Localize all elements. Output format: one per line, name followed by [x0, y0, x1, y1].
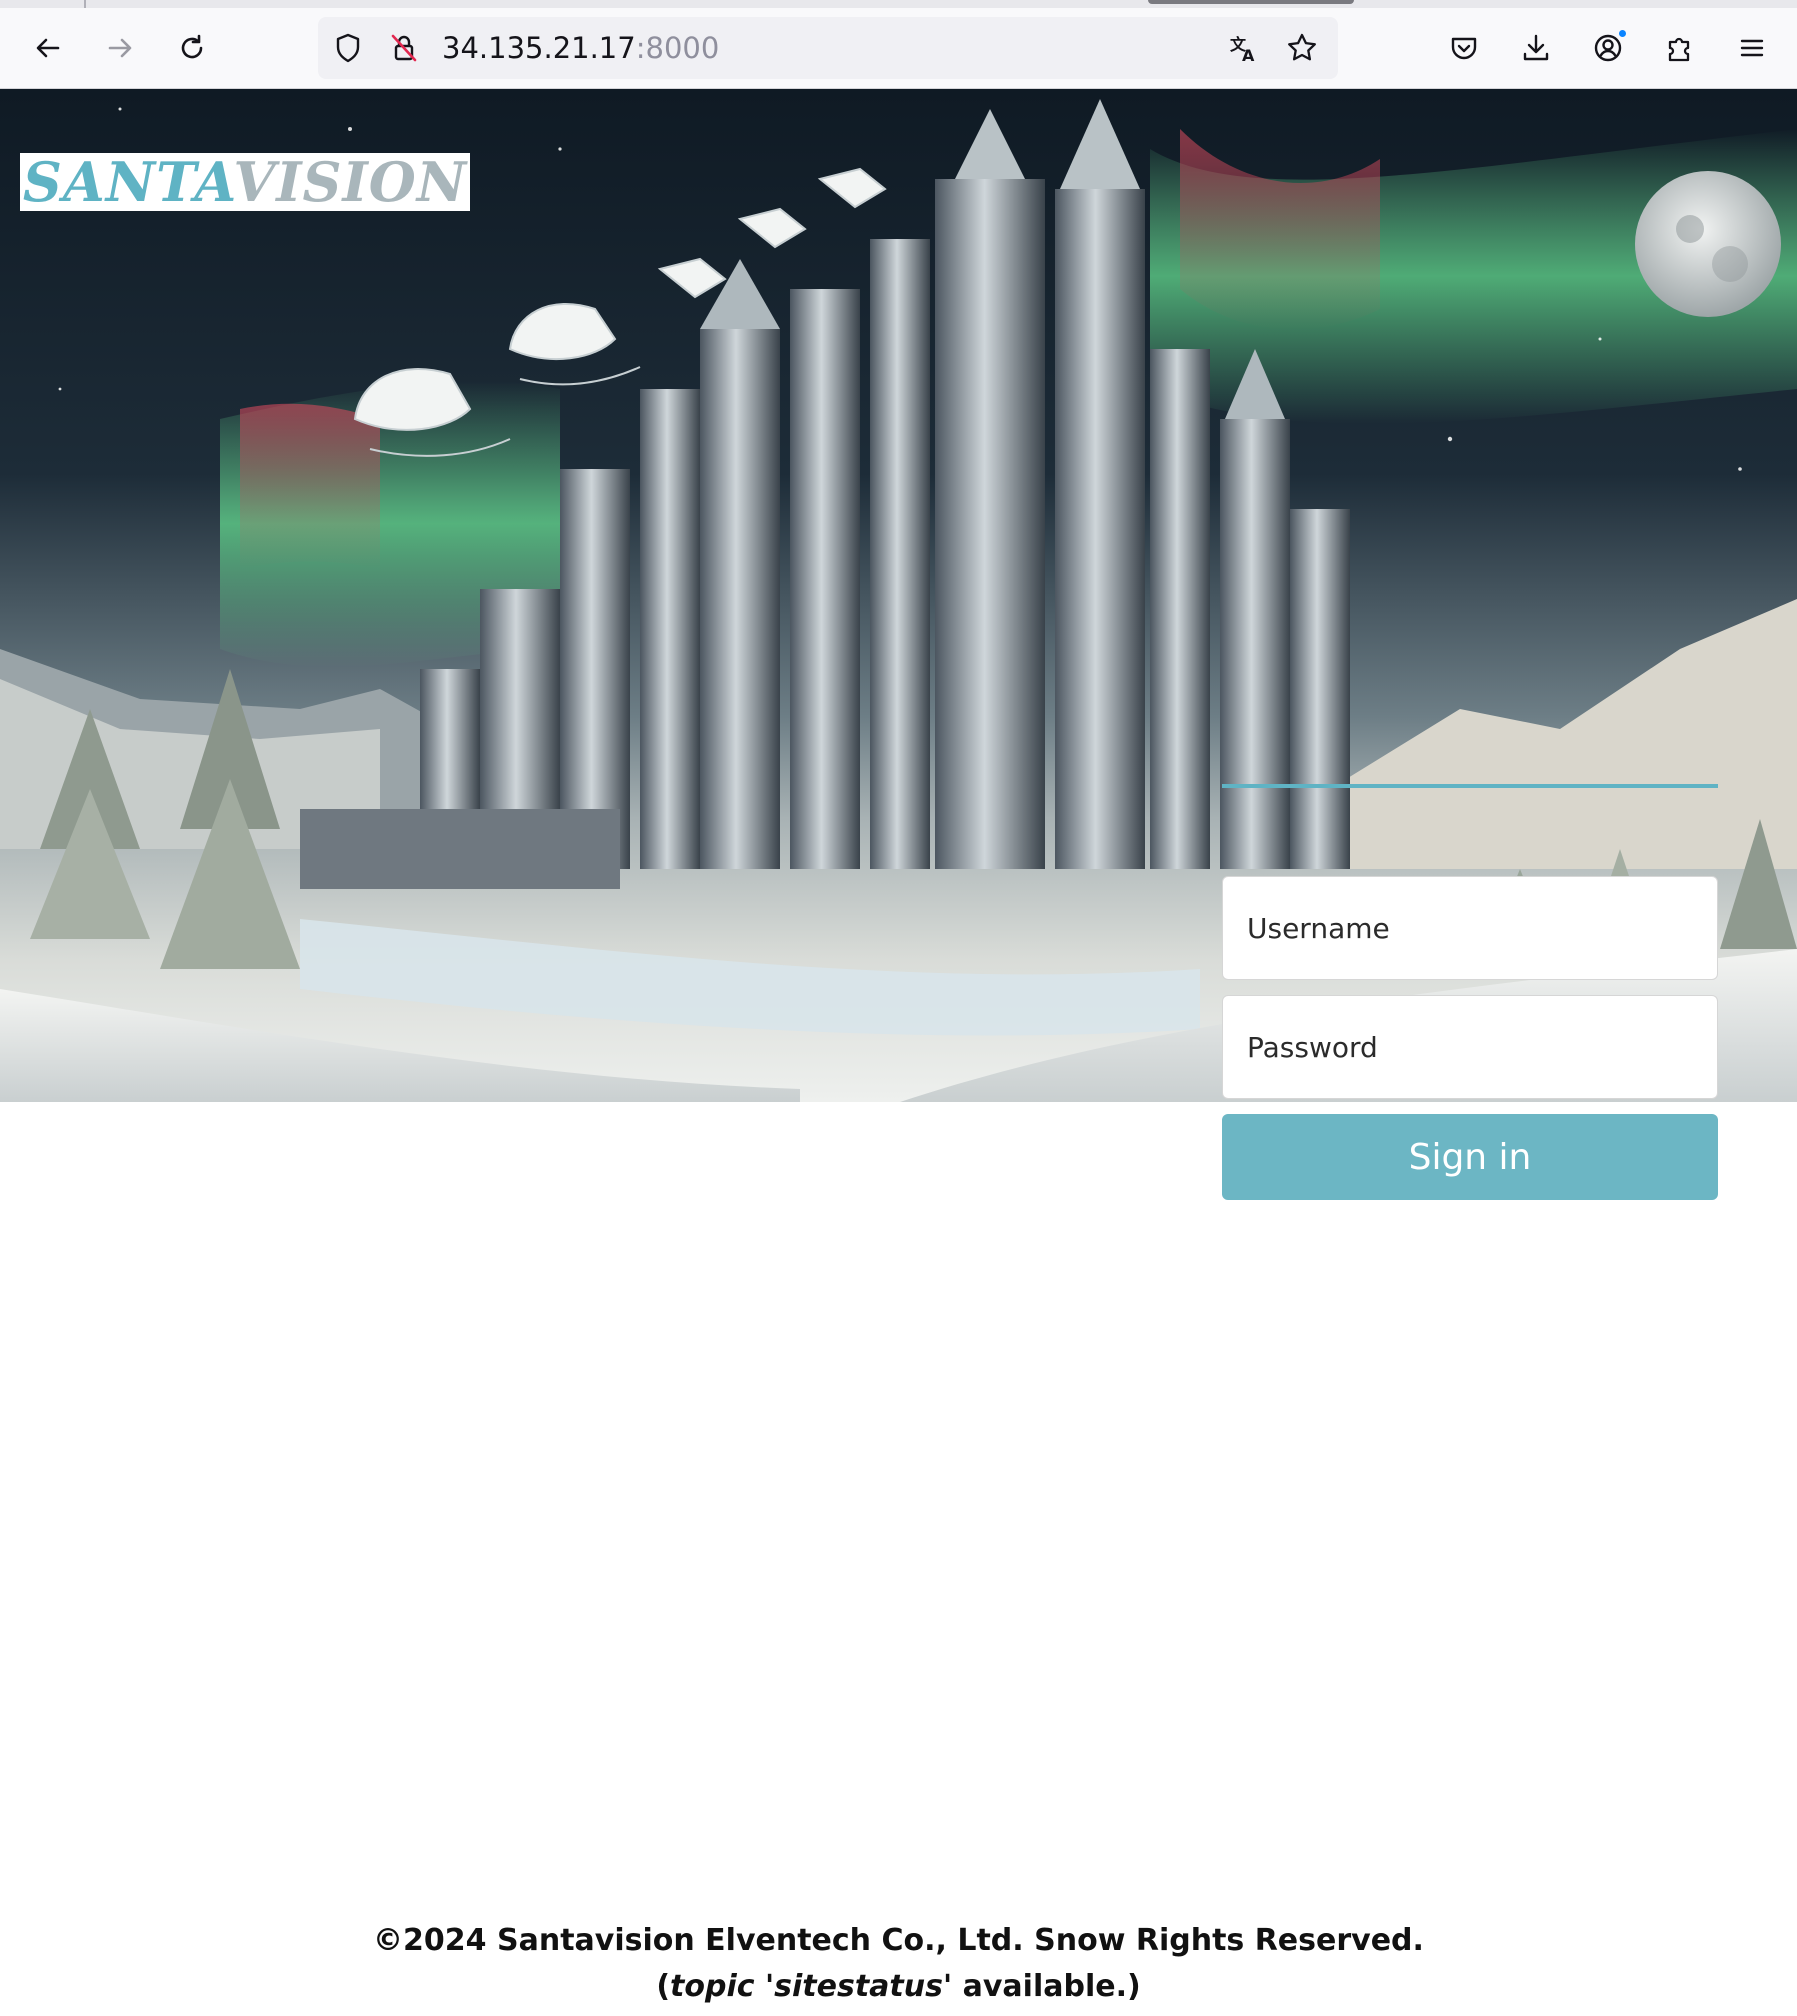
puzzle-icon[interactable] [1654, 22, 1706, 74]
logo-santa: SANTA [22, 150, 234, 214]
copyright-text: ©2024 Santavision Elventech Co., Ltd. Sn… [373, 1923, 1424, 1958]
pocket-icon[interactable] [1438, 22, 1490, 74]
shield-icon[interactable] [332, 32, 364, 64]
moon [1635, 171, 1781, 317]
notification-dot [1617, 28, 1628, 39]
topic-name: topic 'sitestatus' [670, 1969, 953, 2004]
forward-arrow-icon[interactable] [94, 22, 146, 74]
back-arrow-icon[interactable] [22, 22, 74, 74]
insecure-lock-icon[interactable] [388, 32, 420, 64]
password-input[interactable] [1222, 995, 1718, 1099]
river [300, 919, 1200, 1036]
topic-open: ( [656, 1969, 671, 2004]
tab-divider [84, 0, 86, 8]
svg-text:A: A [1242, 46, 1255, 64]
mountain-right [1330, 599, 1797, 869]
browser-toolbar: 34.135.21.17:8000 文A [0, 8, 1797, 89]
star-icon[interactable] [1286, 32, 1318, 64]
active-tab-indicator[interactable] [1148, 0, 1354, 4]
url-host: 34.135.21.17 [442, 31, 636, 65]
page-footer: ©2024 Santavision Elventech Co., Ltd. Sn… [0, 1918, 1797, 2010]
logo-vision: VISION [233, 150, 468, 214]
username-input[interactable] [1222, 876, 1718, 980]
topic-notice: (topic 'sitestatus' available.) [0, 1964, 1797, 2010]
download-icon[interactable] [1510, 22, 1562, 74]
tab-strip [0, 0, 1797, 8]
translate-icon[interactable]: 文A [1228, 32, 1260, 64]
address-bar[interactable]: 34.135.21.17:8000 文A [318, 17, 1338, 79]
santavision-logo[interactable]: SANTAVISION [20, 153, 470, 211]
login-accent-line [1222, 784, 1718, 788]
logo-wordmark: SANTAVISION [23, 153, 467, 211]
hamburger-menu-icon[interactable] [1726, 22, 1778, 74]
reload-icon[interactable] [166, 22, 218, 74]
url-text[interactable]: 34.135.21.17:8000 [442, 17, 719, 79]
account-icon[interactable] [1582, 22, 1634, 74]
url-port: :8000 [635, 31, 720, 65]
topic-available: available.) [952, 1969, 1141, 2004]
sign-in-button[interactable]: Sign in [1222, 1114, 1718, 1200]
